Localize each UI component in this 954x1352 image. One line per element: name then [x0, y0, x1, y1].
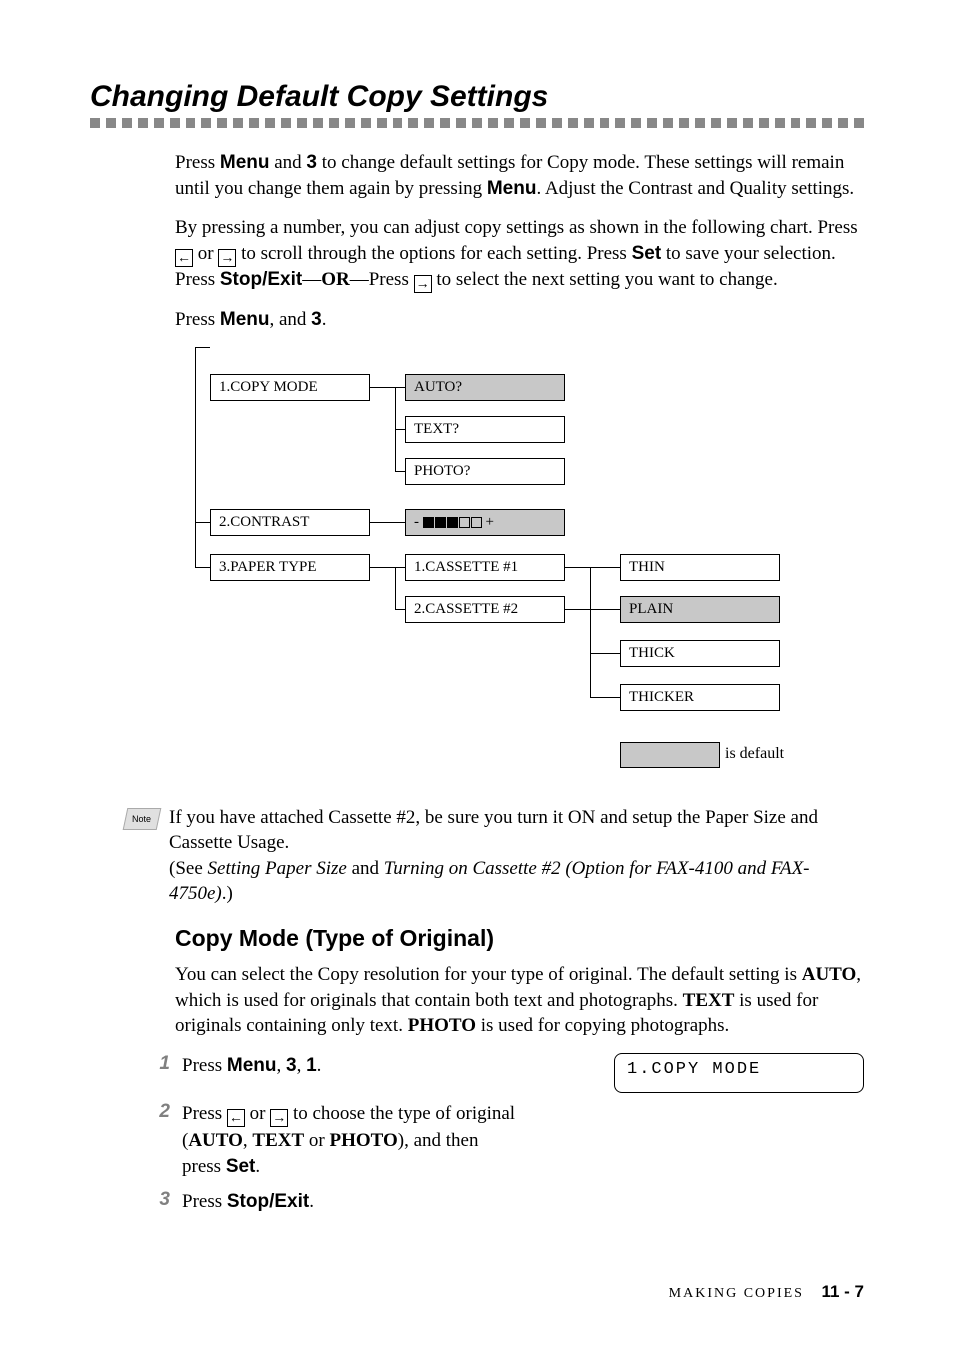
- contrast-plus: +: [486, 514, 494, 530]
- text: (See: [169, 858, 208, 879]
- subsection-para: You can select the Copy resolution for y…: [175, 962, 864, 1039]
- stop-exit-key: Stop/Exit: [227, 1191, 309, 1212]
- page-footer: MAKING COPIES 11 - 7: [669, 1282, 864, 1302]
- option-plain: PLAIN: [620, 596, 780, 623]
- note-block: Note If you have attached Cassette #2, b…: [90, 805, 864, 908]
- text: or: [245, 1103, 270, 1124]
- text: Press: [182, 1055, 227, 1076]
- text: to scroll through the options for each s…: [236, 243, 631, 264]
- text: Press: [182, 1103, 227, 1124]
- option-photo: PHOTO?: [405, 458, 565, 485]
- text: ,: [297, 1055, 307, 1076]
- text: . Adjust the Contrast and Quality settin…: [536, 178, 854, 199]
- menu-key: Menu: [220, 152, 270, 173]
- key-1: 1: [306, 1055, 317, 1076]
- mode-photo: PHOTO: [408, 1015, 476, 1036]
- option-thicker: THICKER: [620, 684, 780, 711]
- footer-page-number: 11 - 7: [821, 1282, 864, 1301]
- text: —: [302, 269, 321, 290]
- paragraph-3: Press Menu, and 3.: [175, 307, 864, 333]
- right-arrow-icon: →: [270, 1109, 288, 1127]
- mode-photo: PHOTO: [329, 1130, 397, 1151]
- step-1: 1 Press Menu, 3, 1. 1.COPY MODE: [90, 1053, 864, 1093]
- text: and: [347, 858, 384, 879]
- lcd-display: 1.COPY MODE: [614, 1053, 864, 1093]
- menu-copy-mode: 1.COPY MODE: [210, 374, 370, 401]
- text: , and: [269, 309, 311, 330]
- step-2: 2 Press ← or → to choose the type of ori…: [90, 1101, 864, 1181]
- title-underline: [90, 118, 864, 128]
- left-arrow-icon: ←: [227, 1109, 245, 1127]
- option-thick: THICK: [620, 640, 780, 667]
- note-icon: Note: [123, 808, 162, 830]
- key-3: 3: [306, 152, 317, 173]
- menu-key: Menu: [220, 309, 270, 330]
- text: ,: [276, 1055, 286, 1076]
- text: You can select the Copy resolution for y…: [175, 964, 802, 985]
- text: Press: [175, 152, 220, 173]
- contrast-minus: -: [414, 514, 419, 530]
- note-line1: If you have attached Cassette #2, be sur…: [169, 807, 818, 854]
- mode-text: TEXT: [252, 1130, 304, 1151]
- text: .: [317, 1055, 322, 1076]
- right-arrow-icon: →: [414, 275, 432, 293]
- page-title: Changing Default Copy Settings: [90, 80, 864, 114]
- text: to select the next setting you want to c…: [432, 269, 778, 290]
- text: or: [193, 243, 218, 264]
- mode-auto: AUTO: [802, 964, 857, 985]
- paragraph-1: Press Menu and 3 to change default setti…: [175, 150, 864, 201]
- footer-section: MAKING COPIES: [669, 1286, 804, 1301]
- text: Press: [175, 309, 220, 330]
- mode-text: TEXT: [683, 990, 735, 1011]
- option-text: TEXT?: [405, 416, 565, 443]
- text: or: [304, 1130, 329, 1151]
- ref-paper-size: Setting Paper Size: [208, 858, 347, 879]
- step-number: 3: [145, 1189, 170, 1216]
- key-3: 3: [311, 309, 322, 330]
- contrast-scale-icon: [423, 517, 482, 528]
- right-arrow-icon: →: [218, 249, 236, 267]
- text: .): [222, 883, 233, 904]
- text: .: [309, 1191, 314, 1212]
- option-thin: THIN: [620, 554, 780, 581]
- step-number: 1: [145, 1053, 170, 1093]
- option-auto: AUTO?: [405, 374, 565, 401]
- option-cassette1: 1.CASSETTE #1: [405, 554, 565, 581]
- text: is used for copying photographs.: [476, 1015, 729, 1036]
- text: —Press: [350, 269, 414, 290]
- text: Press: [182, 1191, 227, 1212]
- key-3: 3: [286, 1055, 297, 1076]
- menu-diagram: 1.COPY MODE AUTO? TEXT? PHOTO? 2.CONTRAS…: [195, 347, 864, 787]
- step-3: 3 Press Stop/Exit.: [90, 1189, 864, 1216]
- text: ,: [243, 1130, 253, 1151]
- left-arrow-icon: ←: [175, 249, 193, 267]
- stop-exit-key: Stop/Exit: [220, 269, 302, 290]
- text: .: [255, 1156, 260, 1177]
- mode-auto: AUTO: [188, 1130, 243, 1151]
- set-key: Set: [632, 243, 662, 264]
- option-cassette2: 2.CASSETTE #2: [405, 596, 565, 623]
- or-text: OR: [321, 269, 350, 290]
- menu-key: Menu: [227, 1055, 277, 1076]
- option-contrast-level: - +: [405, 509, 565, 536]
- set-key: Set: [226, 1156, 256, 1177]
- menu-paper-type: 3.PAPER TYPE: [210, 554, 370, 581]
- text: and: [269, 152, 306, 173]
- step-number: 2: [145, 1101, 170, 1181]
- menu-key: Menu: [487, 178, 537, 199]
- subsection-title: Copy Mode (Type of Original): [175, 925, 864, 952]
- paragraph-2: By pressing a number, you can adjust cop…: [175, 215, 864, 293]
- legend-swatch: [620, 742, 720, 768]
- legend-text: is default: [725, 745, 784, 763]
- text: .: [322, 309, 327, 330]
- text: By pressing a number, you can adjust cop…: [175, 217, 858, 238]
- menu-contrast: 2.CONTRAST: [210, 509, 370, 536]
